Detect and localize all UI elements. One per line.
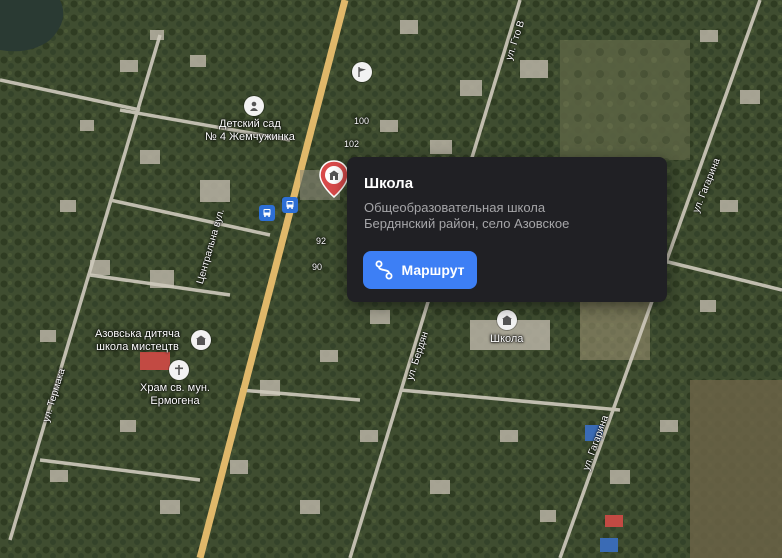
route-button-label: Маршрут (401, 262, 465, 278)
route-icon (375, 260, 393, 280)
school-map-label[interactable]: Школа (490, 333, 523, 346)
place-card: Школа Общеобразовательная школа Бердянск… (347, 157, 667, 302)
art-school-icon[interactable] (191, 330, 211, 350)
church-label[interactable]: Храм св. мун. Ермогена (140, 382, 210, 408)
bus-stop-icon[interactable] (259, 205, 275, 221)
place-subtitle-category: Общеобразовательная школа (364, 200, 546, 215)
school-icon-2[interactable] (497, 310, 517, 330)
flag-icon[interactable] (352, 62, 372, 82)
house-number-92: 92 (316, 236, 327, 246)
house-number-102: 102 (344, 139, 360, 149)
church-icon[interactable] (169, 360, 189, 380)
house-number-100: 100 (354, 116, 370, 126)
bus-stop-icon-2[interactable] (282, 197, 298, 213)
house-number-90: 90 (312, 262, 323, 272)
place-title[interactable]: Школа (364, 175, 650, 192)
school-marker[interactable] (319, 160, 349, 198)
kindergarten-icon[interactable] (244, 96, 264, 116)
route-button[interactable]: Маршрут (363, 251, 477, 289)
art-school-label[interactable]: Азовська дитяча школа мистецтв (95, 328, 180, 354)
school-icon (329, 170, 339, 180)
place-subtitle-address: Бердянский район, село Азовское (364, 216, 570, 231)
kindergarten-label[interactable]: Детский сад № 4 Жемчужинка (205, 118, 295, 144)
